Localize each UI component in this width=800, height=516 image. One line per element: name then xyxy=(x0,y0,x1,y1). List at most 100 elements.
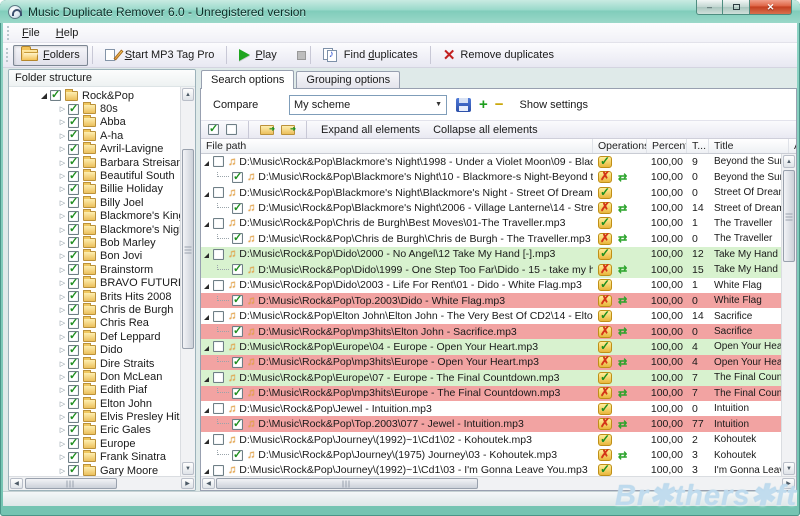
table-row[interactable]: ♫ D:\Music\Rock&Pop\Journey\(1992)~1\Cd1… xyxy=(201,463,796,476)
menu-help[interactable]: Help xyxy=(48,25,87,41)
tree-root-item[interactable]: Rock&Pop xyxy=(9,89,195,102)
tab-search-options[interactable]: Search options xyxy=(201,70,294,89)
table-row[interactable]: ♫ D:\Music\Rock&Pop\Jewel - Intuition.mp… xyxy=(201,401,796,416)
tree-folder-item[interactable]: ▷ Def Leppard xyxy=(9,330,195,343)
table-row[interactable]: ♫ D:\Music\Rock&Pop\Blackmore's Night\19… xyxy=(201,154,796,169)
expand-arrow-icon[interactable]: ▷ xyxy=(57,440,68,448)
tree-folder-item[interactable]: ▷ BRAVO FUTURE HIT xyxy=(9,276,195,289)
row-checkbox[interactable] xyxy=(213,465,224,476)
operation-keep-icon[interactable] xyxy=(598,372,612,384)
tree-folder-item[interactable]: ▷ Avril-Lavigne xyxy=(9,143,195,156)
row-checkbox[interactable] xyxy=(213,403,224,414)
save-scheme-icon[interactable] xyxy=(456,98,471,112)
table-row[interactable]: ♫ D:\Music\Rock&Pop\Europe\04 - Europe -… xyxy=(201,339,796,354)
tree-folder-item[interactable]: ▷ Billy Joel xyxy=(9,196,195,209)
table-row[interactable]: ♫ D:\Music\Rock&Pop\Top.2003\Dido - Whit… xyxy=(201,293,796,308)
row-checkbox[interactable] xyxy=(213,311,224,322)
row-checkbox[interactable] xyxy=(213,341,224,352)
operation-recycle-icon[interactable]: ⇄ xyxy=(618,171,627,184)
expand-arrow-icon[interactable]: ▷ xyxy=(57,199,68,207)
column-operations[interactable]: Operations xyxy=(593,139,647,153)
expand-arrow-icon[interactable]: ▷ xyxy=(57,266,68,274)
row-checkbox[interactable] xyxy=(232,295,243,306)
table-row[interactable]: ♫ D:\Music\Rock&Pop\Journey\(1992)~1\Cd1… xyxy=(201,432,796,447)
tree-folder-item[interactable]: ▷ Beautiful South xyxy=(9,169,195,182)
play-button[interactable]: Play xyxy=(231,45,284,66)
row-checkbox[interactable] xyxy=(232,388,243,399)
folder-checkbox[interactable] xyxy=(68,197,79,208)
row-checkbox[interactable] xyxy=(213,280,224,291)
row-checkbox[interactable] xyxy=(232,264,243,275)
operation-keep-icon[interactable] xyxy=(598,403,612,415)
collapse-arrow-icon[interactable] xyxy=(204,315,209,320)
collapse-arrow-icon[interactable] xyxy=(204,284,209,289)
expand-arrow-icon[interactable]: ▷ xyxy=(57,373,68,381)
tree-folder-item[interactable]: ▷ Dire Straits xyxy=(9,357,195,370)
row-checkbox[interactable] xyxy=(232,419,243,430)
operation-recycle-icon[interactable]: ⇄ xyxy=(618,356,627,369)
expand-arrow-icon[interactable]: ▷ xyxy=(57,252,68,260)
expand-arrow-icon[interactable]: ▷ xyxy=(57,132,68,140)
operation-remove-icon[interactable] xyxy=(598,449,612,461)
operation-remove-icon[interactable] xyxy=(598,418,612,430)
tree-folder-item[interactable]: ▷ 80s xyxy=(9,102,195,115)
tree-folder-item[interactable]: ▷ Dido xyxy=(9,343,195,356)
folder-checkbox[interactable] xyxy=(68,237,79,248)
table-row[interactable]: ♫ D:\Music\Rock&Pop\Elton John\Elton Joh… xyxy=(201,308,796,323)
expand-arrow-icon[interactable]: ▷ xyxy=(57,159,68,167)
column-file-path[interactable]: File path xyxy=(201,139,593,153)
collapse-arrow-icon[interactable] xyxy=(204,408,209,413)
tree-folder-item[interactable]: ▷ Edith Piaf xyxy=(9,384,195,397)
folder-checkbox[interactable] xyxy=(68,412,79,423)
folder-checkbox[interactable] xyxy=(68,251,79,262)
tree-folder-item[interactable]: ▷ Blackmore's Kingdom xyxy=(9,210,195,223)
collapse-arrow-icon[interactable] xyxy=(204,439,209,444)
collapse-arrow-icon[interactable] xyxy=(204,377,209,382)
tree-folder-item[interactable]: ▷ Europe xyxy=(9,437,195,450)
menu-file[interactable]: File xyxy=(14,25,48,41)
title-bar[interactable]: Music Duplicate Remover 6.0 - Unregister… xyxy=(0,0,800,23)
expand-arrow-icon[interactable]: ▷ xyxy=(57,453,68,461)
table-row[interactable]: ♫ D:\Music\Rock&Pop\mp3hits\Europe - Ope… xyxy=(201,355,796,370)
row-checkbox[interactable] xyxy=(213,372,224,383)
row-checkbox[interactable] xyxy=(232,233,243,244)
table-vertical-scrollbar[interactable]: ▲ ▼ xyxy=(781,154,796,476)
expand-arrow-icon[interactable]: ▷ xyxy=(57,333,68,341)
tab-grouping-options[interactable]: Grouping options xyxy=(296,71,400,88)
show-settings-link[interactable]: Show settings xyxy=(520,99,588,111)
table-row[interactable]: ♫ D:\Music\Rock&Pop\Chris de Burgh\Best … xyxy=(201,216,796,231)
table-row[interactable]: ♫ D:\Music\Rock&Pop\Blackmore's Night\20… xyxy=(201,200,796,215)
expand-arrow-icon[interactable]: ▷ xyxy=(57,226,68,234)
scroll-up-icon[interactable]: ▲ xyxy=(182,88,194,101)
table-scroll-thumb[interactable] xyxy=(783,170,795,262)
table-row[interactable]: ♫ D:\Music\Rock&Pop\mp3hits\Elton John -… xyxy=(201,324,796,339)
expand-arrow-icon[interactable]: ▷ xyxy=(57,185,68,193)
operation-recycle-icon[interactable]: ⇄ xyxy=(618,418,627,431)
tree-folder-item[interactable]: ▷ Elton John xyxy=(9,397,195,410)
expand-arrow-icon[interactable]: ▷ xyxy=(57,413,68,421)
operation-remove-icon[interactable] xyxy=(598,387,612,399)
tree-vertical-scrollbar[interactable]: ▲ ▼ xyxy=(180,87,195,476)
folder-checkbox[interactable] xyxy=(68,465,79,476)
scheme-select[interactable]: My scheme ▼ xyxy=(289,95,447,115)
row-checkbox[interactable] xyxy=(213,434,224,445)
operation-recycle-icon[interactable]: ⇄ xyxy=(618,449,627,462)
expand-arrow-icon[interactable]: ▷ xyxy=(57,212,68,220)
folder-checkbox[interactable] xyxy=(68,331,79,342)
scroll-left-icon[interactable]: ◀ xyxy=(10,478,23,489)
folder-checkbox[interactable] xyxy=(68,130,79,141)
scroll-right-icon[interactable]: ▶ xyxy=(181,478,194,489)
expand-arrow-icon[interactable]: ▷ xyxy=(57,239,68,247)
table-horizontal-scrollbar[interactable]: ◀ ▶ xyxy=(201,476,796,490)
folder-checkbox[interactable] xyxy=(68,371,79,382)
expand-arrow-icon[interactable]: ▷ xyxy=(57,319,68,327)
start-tag-pro-button[interactable]: Start MP3 Tag Pro xyxy=(97,45,223,66)
collapse-arrow-icon[interactable] xyxy=(41,93,47,99)
row-checkbox[interactable] xyxy=(232,326,243,337)
column-track[interactable]: T... xyxy=(687,139,709,153)
folder-checkbox[interactable] xyxy=(50,90,61,101)
folder-checkbox[interactable] xyxy=(68,385,79,396)
expand-arrow-icon[interactable]: ▷ xyxy=(57,105,68,113)
folder-checkbox[interactable] xyxy=(68,184,79,195)
stop-icon[interactable] xyxy=(297,51,306,60)
